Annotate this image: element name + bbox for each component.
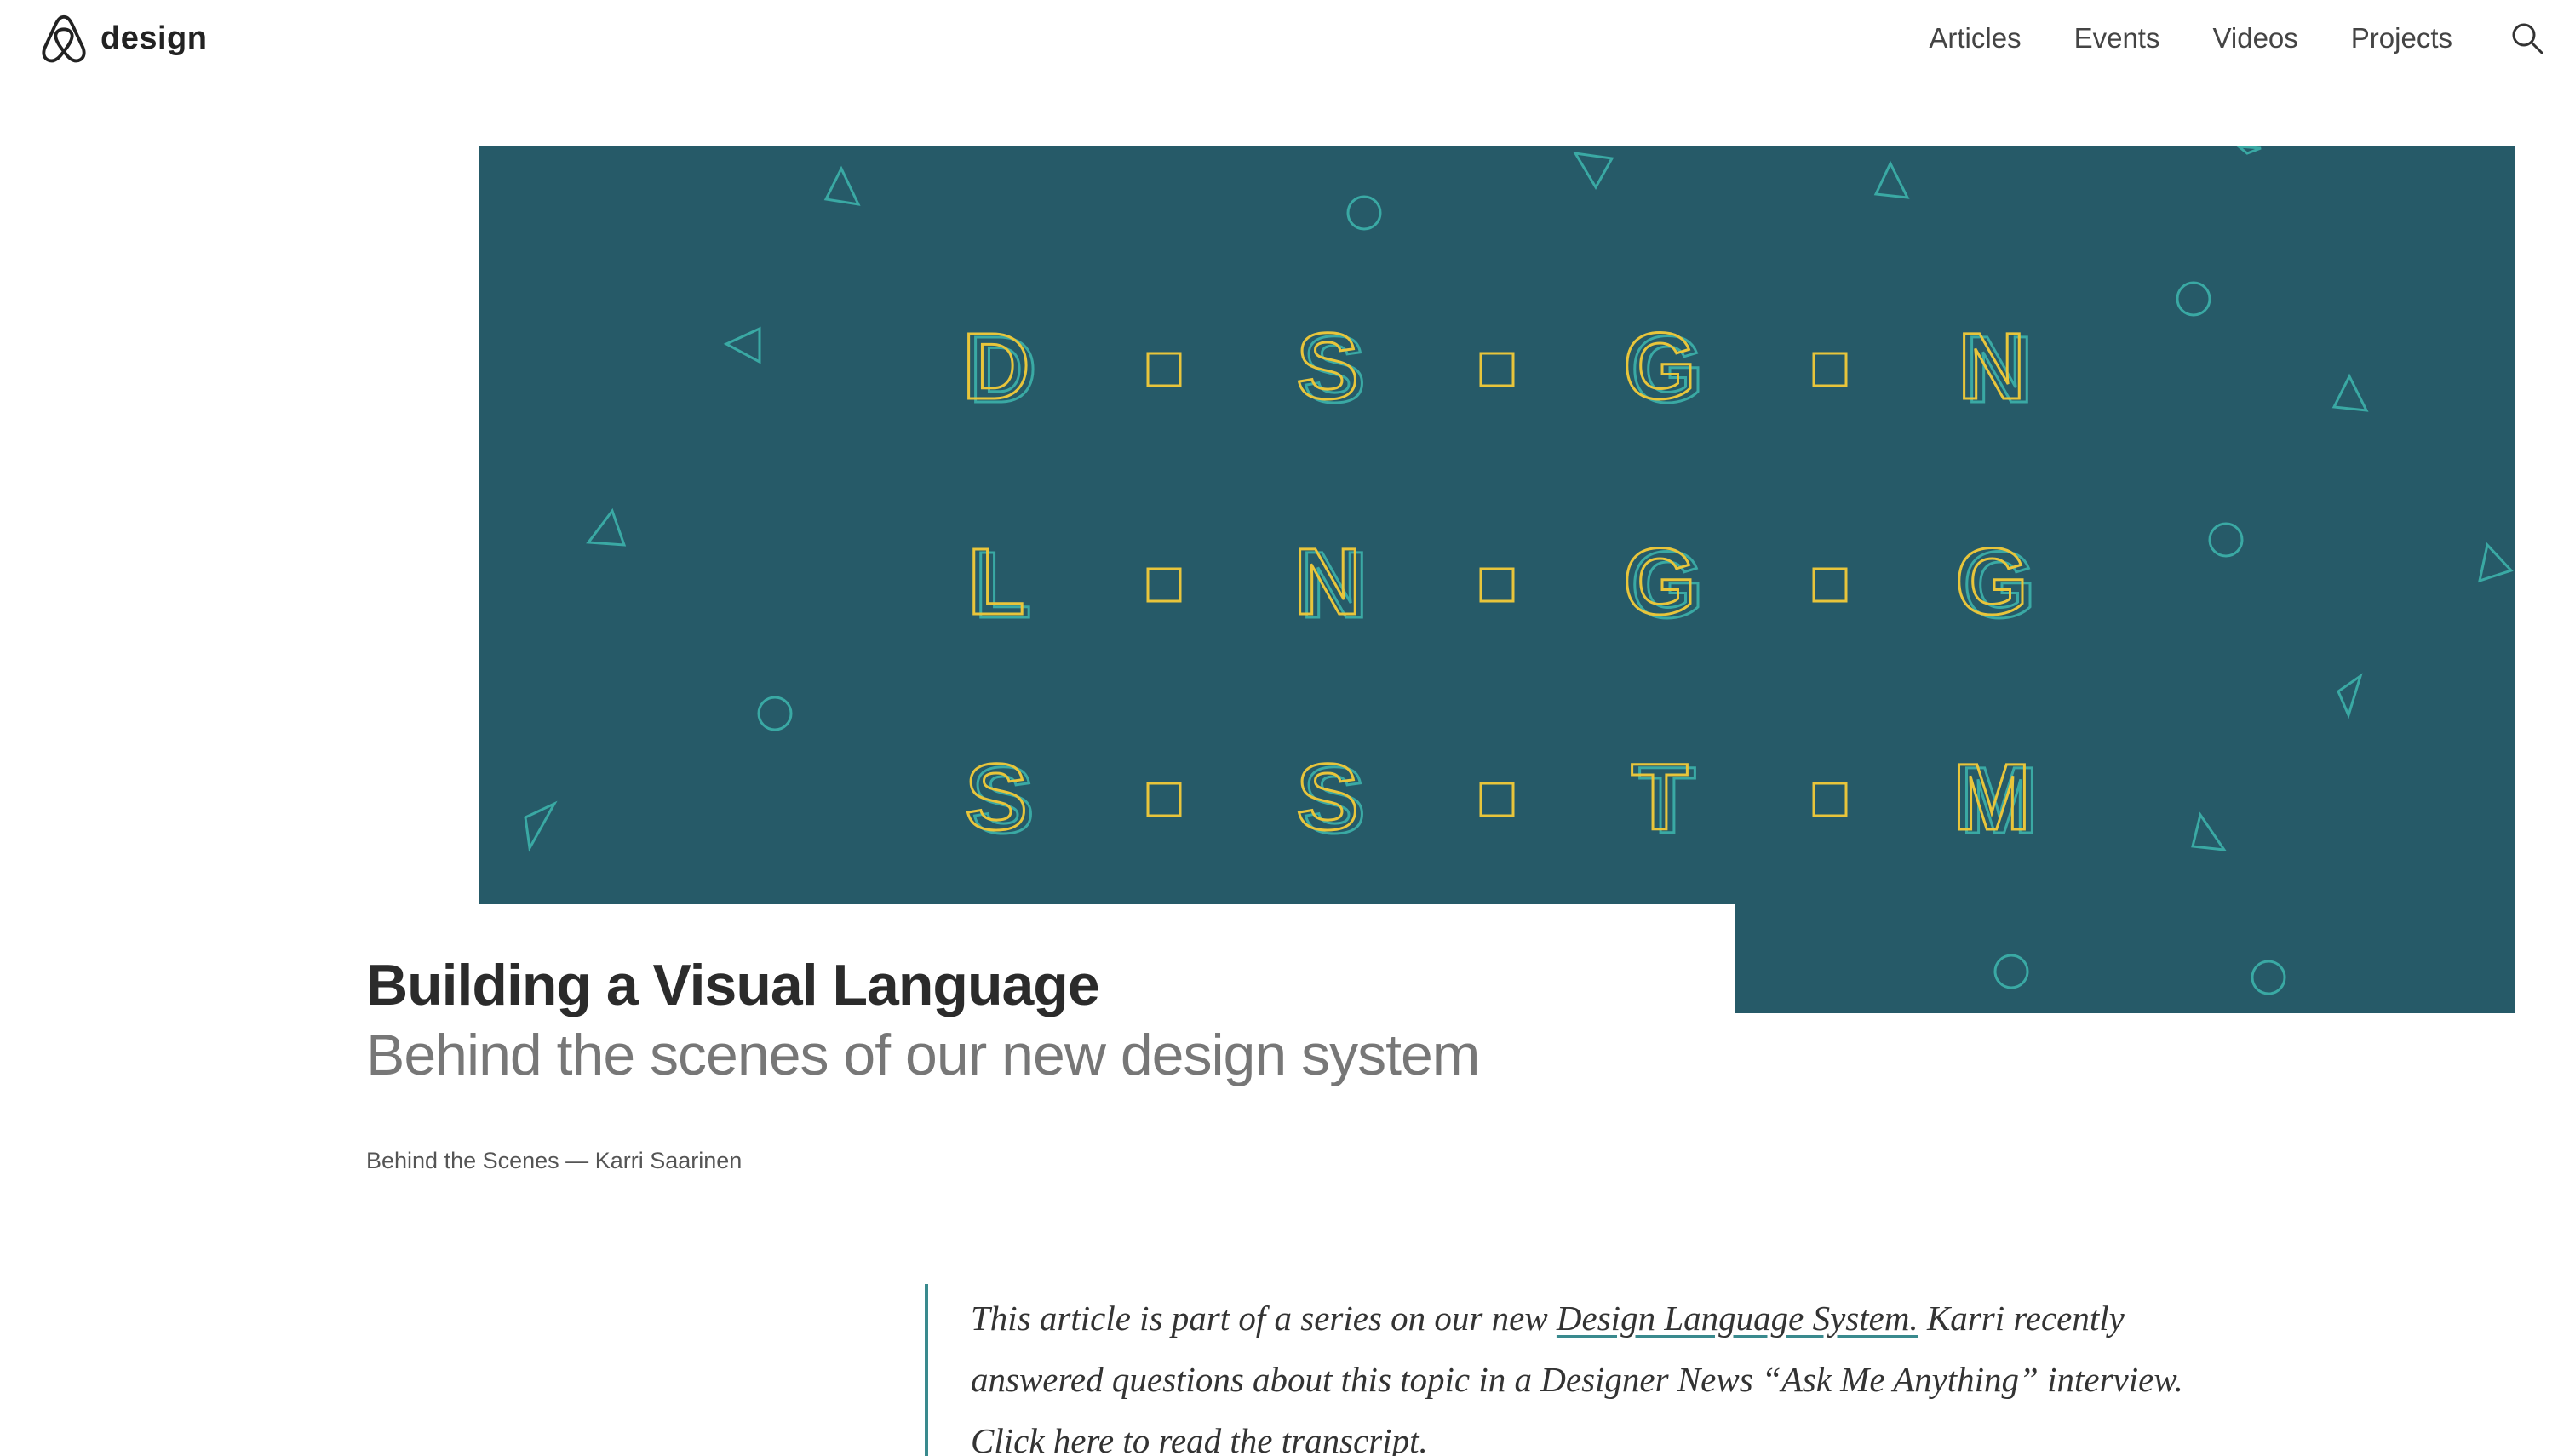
- nav-articles[interactable]: Articles: [1929, 22, 2021, 54]
- hero-decorations: [524, 146, 2514, 995]
- triangle-shape: [2236, 146, 2262, 155]
- circle-shape: [2176, 281, 2211, 317]
- triangle-shape: [2191, 811, 2228, 851]
- letter-gold: D: [962, 314, 1029, 419]
- article-title: Building a Visual Language: [366, 953, 1100, 1017]
- square-shape: [1479, 782, 1515, 817]
- letter-gold: N: [1958, 314, 2025, 419]
- square-shape: [1812, 352, 1848, 387]
- circle-shape: [757, 696, 793, 731]
- article-subtitle: Behind the scenes of our new design syst…: [366, 1023, 1480, 1087]
- category-link[interactable]: Behind the Scenes: [366, 1148, 559, 1173]
- nav-projects[interactable]: Projects: [2351, 22, 2452, 54]
- page: design Articles Events Videos Projects D…: [0, 0, 2575, 1456]
- letter-gold: G: [1955, 530, 2028, 634]
- circle-shape: [1346, 195, 1382, 231]
- triangle-shape: [1573, 152, 1614, 190]
- design-language-system-link[interactable]: Design Language System.: [1557, 1298, 1918, 1338]
- nav-events[interactable]: Events: [2074, 22, 2160, 54]
- byline-separator: —: [559, 1148, 595, 1173]
- square-shape: [1479, 567, 1515, 603]
- letter-gold: T: [1631, 745, 1688, 850]
- triangle-shape: [723, 326, 761, 364]
- search-icon[interactable]: [2510, 21, 2544, 55]
- triangle-shape: [524, 800, 558, 852]
- square-shape: [1479, 352, 1515, 387]
- hero-illustration: D D S S G G N N L L N N G G G G S S S S …: [524, 146, 2514, 995]
- square-shape: [1812, 782, 1848, 817]
- letter-gold: G: [1623, 530, 1696, 634]
- airbnb-belo-icon: [42, 14, 86, 63]
- triangle-shape: [2337, 673, 2363, 719]
- quote-bar: [925, 1284, 928, 1456]
- airbnb-design-logo[interactable]: design: [39, 12, 207, 65]
- triangle-shape: [2477, 542, 2514, 583]
- letter-gold: G: [1623, 314, 1696, 419]
- square-shape: [1812, 567, 1848, 603]
- circle-shape: [2208, 522, 2244, 558]
- circle-shape: [1993, 954, 2029, 989]
- triangle-shape: [823, 165, 861, 206]
- letter-gold: S: [965, 745, 1027, 850]
- letter-gold: M: [1953, 745, 2031, 850]
- letter-gold: S: [1296, 314, 1358, 419]
- nav-videos[interactable]: Videos: [2212, 22, 2297, 54]
- square-shape: [1146, 352, 1182, 387]
- square-shape: [1146, 567, 1182, 603]
- triangle-shape: [1873, 160, 1910, 199]
- letter-gold: S: [1296, 745, 1358, 850]
- square-shape: [1146, 782, 1182, 817]
- triangle-shape: [586, 507, 627, 547]
- circle-shape: [2251, 960, 2286, 995]
- article-intro: This article is part of a series on our …: [971, 1287, 2214, 1456]
- article-byline: Behind the Scenes — Karri Saarinen: [366, 1148, 742, 1174]
- logo-text: design: [100, 20, 208, 56]
- main-nav: Articles Events Videos Projects: [1876, 17, 2575, 60]
- letter-gold: N: [1293, 530, 1361, 634]
- triangle-shape: [2331, 373, 2369, 412]
- letter-grid: D D S S G G N N L L N N G G G G S S S S …: [961, 313, 2040, 855]
- intro-text-start: This article is part of a series on our …: [971, 1298, 1557, 1338]
- author-link[interactable]: Karri Saarinen: [595, 1148, 743, 1173]
- letter-gold: L: [967, 530, 1024, 634]
